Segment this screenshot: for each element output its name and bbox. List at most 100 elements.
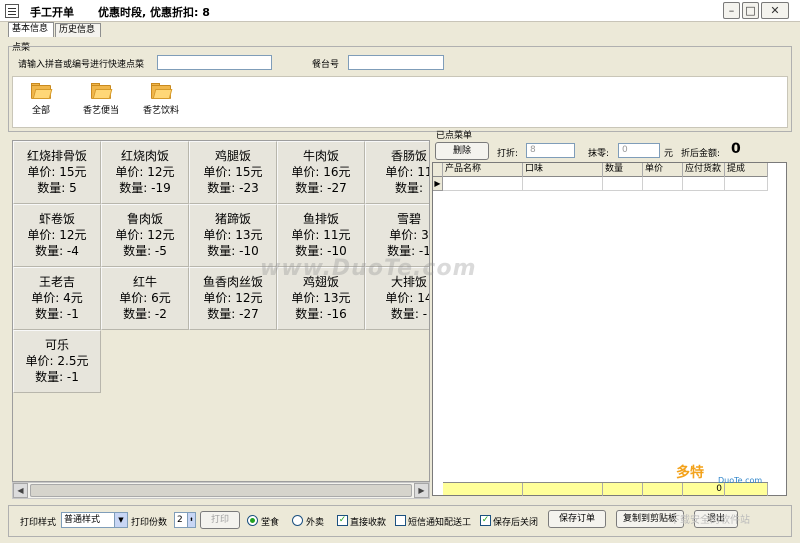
sms-notify-checkbox[interactable] [395, 515, 406, 526]
dish-quantity: 数量: -19 [119, 181, 171, 195]
ordered-table[interactable]: 产品名称 口味 数量 单价 应付货款 提成 ▶ 0 [432, 162, 787, 496]
summary-cell [443, 483, 523, 496]
column-header[interactable]: 提成 [725, 163, 768, 177]
dish-quantity: 数量: [394, 181, 424, 195]
minimize-button[interactable]: – [723, 2, 740, 19]
quick-order-input[interactable] [157, 55, 272, 70]
dish-item[interactable]: 鸡腿饭 单价: 15元 数量: -23 [189, 141, 277, 204]
print-style-label: 打印样式 [20, 518, 57, 528]
dine-in-label: 堂食 [261, 518, 280, 528]
folder-icon [91, 83, 113, 99]
scroll-left-icon[interactable]: ◀ [13, 483, 28, 498]
dish-price: 单价: 12元 [203, 291, 263, 305]
column-header[interactable]: 应付货款 [683, 163, 725, 177]
tab-history[interactable]: 历史信息 [55, 23, 101, 37]
column-header[interactable]: 单价 [643, 163, 683, 177]
site-logo-sub: DuoTe.com [718, 476, 763, 485]
maximize-button[interactable]: □ [742, 2, 759, 19]
table-number-label: 餐台号 [312, 60, 340, 70]
table-cell[interactable] [603, 177, 643, 191]
folder-icon [31, 83, 53, 99]
discount-label: 打折: [497, 149, 519, 159]
discount-input[interactable]: 8 [526, 143, 575, 158]
direct-collect-checkbox[interactable]: ✓ [337, 515, 348, 526]
dish-price: 单价: 15元 [27, 165, 87, 179]
dish-name: 雪碧 [396, 212, 421, 226]
table-number-input[interactable] [348, 55, 444, 70]
dish-item[interactable]: 王老吉单价: 4元 数量: -1 [13, 267, 101, 330]
dine-in-radio[interactable] [247, 515, 258, 526]
dish-quantity: 数量: -1 [35, 307, 79, 321]
table-cell[interactable] [725, 177, 768, 191]
dish-quantity: 数量: 5 [37, 181, 77, 195]
dish-name: 鲁肉饭 [126, 212, 163, 226]
category-label: 全部 [31, 106, 50, 116]
dish-item[interactable]: 红烧排骨饭单价: 15元 数量: 5 [13, 141, 101, 204]
column-header[interactable]: 口味 [523, 163, 603, 177]
summary-cell [643, 483, 683, 496]
dish-price: 单价: 4元 [31, 291, 83, 305]
chevron-down-icon[interactable]: ▼ [114, 513, 127, 527]
dish-quantity: 数量: -16 [295, 307, 347, 321]
dish-price: 单价: 3 [389, 228, 429, 242]
tab-basic-info[interactable]: 基本信息 [8, 22, 54, 37]
category-xiangyi-drinks[interactable]: 香艺饮料 [129, 81, 193, 116]
dish-item[interactable]: 红牛 单价: 6元 数量: -2 [101, 267, 189, 330]
close-button[interactable]: ✕ [761, 2, 789, 19]
save-close-checkbox[interactable]: ✓ [480, 515, 491, 526]
table-cell[interactable] [683, 177, 725, 191]
dish-name: 红烧排骨饭 [26, 149, 87, 163]
dish-quantity: 数量: -2 [123, 307, 167, 321]
rounding-label: 抹零: [588, 149, 610, 159]
dish-price: 单价: 16元 [291, 165, 351, 179]
dish-item[interactable]: 虾卷饭 单价: 12元 数量: -4 [13, 204, 101, 267]
category-all[interactable]: 全部 [9, 81, 73, 116]
dish-price: 单价: 13元 [203, 228, 263, 242]
takeout-label: 外卖 [306, 518, 325, 528]
dish-hscrollbar[interactable]: ◀ ▶ [12, 482, 430, 499]
column-header[interactable]: 产品名称 [443, 163, 523, 177]
rounding-input[interactable]: 0 [618, 143, 660, 158]
dish-price: 单价: 13元 [291, 291, 351, 305]
dish-price: 单价: 12元 [115, 228, 175, 242]
dish-price: 单价: 11元 [291, 228, 351, 242]
dish-quantity: 数量: - [390, 307, 428, 321]
print-copies-value: 2 [177, 515, 183, 525]
takeout-radio[interactable] [292, 515, 303, 526]
window-title: 手工开单 [30, 6, 74, 19]
site-logo: 多特 [676, 465, 704, 481]
dish-item[interactable]: 可乐 单价: 2.5元 数量: -1 [13, 330, 101, 393]
dish-name: 鱼排饭 [302, 212, 339, 226]
site-tagline: 下载安全的软件站 [670, 515, 750, 526]
dish-name: 王老吉 [38, 275, 75, 289]
dish-price: 单价: 6元 [119, 291, 171, 305]
table-cell[interactable] [643, 177, 683, 191]
table-cell[interactable] [523, 177, 603, 191]
category-label: 香艺便当 [82, 106, 119, 116]
scroll-right-icon[interactable]: ▶ [414, 483, 429, 498]
spin-icon[interactable]: ⬍ [187, 513, 195, 527]
dish-quantity: 数量: -5 [123, 244, 167, 258]
dish-price: 单价: 12元 [115, 165, 175, 179]
dish-price: 单价: 2.5元 [25, 354, 89, 368]
print-style-select[interactable]: 普通样式 ▼ [61, 512, 128, 528]
column-header[interactable]: 数量 [603, 163, 643, 177]
app-icon [5, 4, 19, 18]
scroll-thumb[interactable] [30, 484, 412, 497]
dish-name: 虾卷饭 [38, 212, 75, 226]
print-copies-stepper[interactable]: 2 ⬍ [174, 512, 196, 528]
dish-price: 单价: 11 [385, 165, 430, 179]
summary-cell [603, 483, 643, 496]
delete-button[interactable]: 删除 [435, 142, 489, 160]
dish-item[interactable]: 牛肉饭 单价: 16元 数量: -27 [277, 141, 365, 204]
current-row-marker: ▶ [433, 177, 443, 191]
dish-item[interactable]: 红烧肉饭 单价: 12元 数量: -19 [101, 141, 189, 204]
table-cell[interactable] [443, 177, 523, 191]
save-close-label: 保存后关闭 [493, 518, 539, 528]
dish-price: 单价: 12元 [27, 228, 87, 242]
dish-item[interactable]: 鲁肉饭单价: 12元 数量: -5 [101, 204, 189, 267]
category-xiangyi-bento[interactable]: 香艺便当 [69, 81, 133, 116]
print-button[interactable]: 打印 [200, 511, 240, 529]
dish-item[interactable]: 香肠饭 单价: 11 数量: [365, 141, 430, 204]
save-order-button[interactable]: 保存订单 [548, 510, 606, 528]
